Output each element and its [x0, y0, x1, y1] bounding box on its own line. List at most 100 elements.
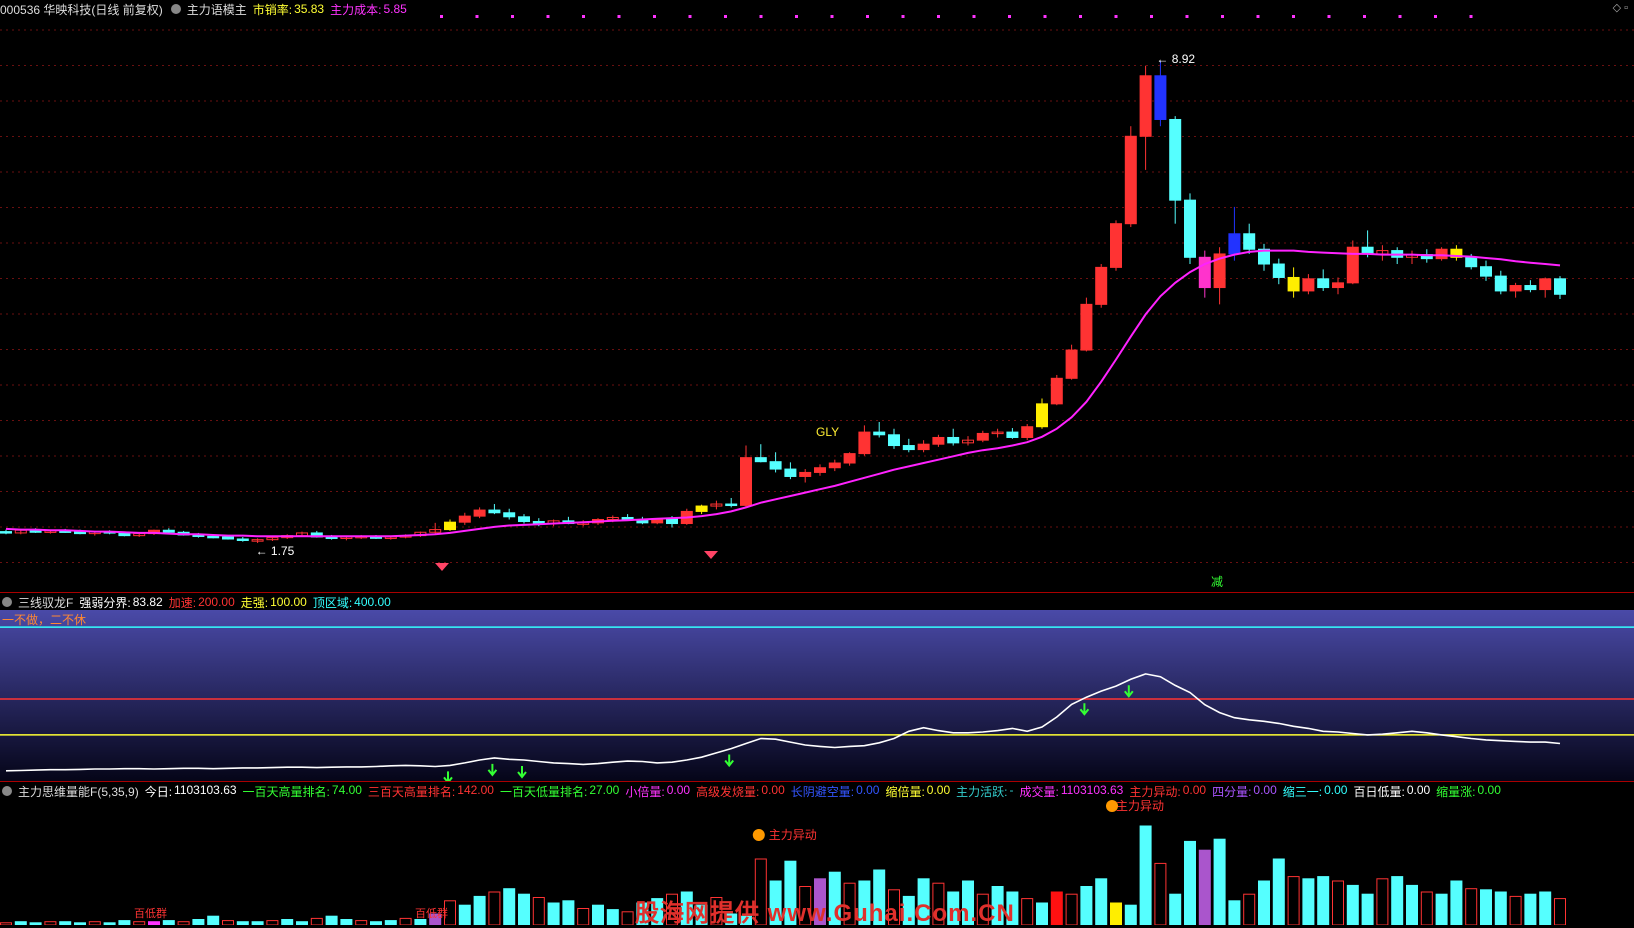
osc-value-3: 400.00 — [354, 595, 391, 609]
candle-body — [725, 503, 738, 507]
vol-value-13: 0.00 — [1406, 782, 1431, 797]
jian-label: 减 — [1211, 575, 1223, 589]
candle-body — [1095, 266, 1108, 305]
candle-body — [458, 515, 471, 523]
volume-bar — [355, 920, 368, 925]
volume-bar — [1154, 862, 1167, 925]
volume-bar — [340, 919, 353, 925]
volume-bar — [1243, 893, 1256, 925]
settings-icon[interactable] — [170, 4, 181, 14]
volume-bar — [1139, 825, 1152, 925]
vol-value-5: 0.00 — [761, 782, 785, 797]
volume-bar — [592, 904, 604, 925]
osc-motto: 一不做，二不休 — [2, 612, 86, 627]
candle-body — [902, 445, 915, 451]
volume-bar — [1302, 878, 1315, 925]
volume-bar — [1450, 880, 1463, 925]
cost-value: 5.85 — [383, 2, 407, 16]
vol-value-9: 1103103.63 — [1060, 782, 1124, 797]
candle-body — [1139, 75, 1152, 137]
settings-icon[interactable] — [2, 597, 12, 607]
volume-bar — [281, 919, 294, 925]
volume-bar — [310, 917, 323, 925]
candle-body — [873, 431, 886, 436]
candle-body — [976, 432, 989, 441]
candle-body — [1080, 303, 1093, 351]
candle-body — [222, 536, 234, 540]
vol-value-10: 0.00 — [1182, 782, 1207, 797]
osc-label-0: 强弱分界: — [79, 595, 131, 610]
candle-body — [1554, 278, 1566, 295]
candle-body — [1287, 276, 1300, 292]
vol-label-7: 缩倍量: — [885, 784, 925, 799]
volume-bar — [1198, 849, 1211, 925]
vol-value-12: 0.00 — [1324, 782, 1348, 797]
vol-label-6: 长阴避空量: — [790, 784, 855, 799]
osc-value-0: 83.82 — [132, 595, 163, 609]
volume-bar — [1435, 893, 1448, 925]
candle-body — [1539, 278, 1552, 291]
candle-body — [0, 531, 12, 534]
osc-value-2: 100.00 — [270, 595, 307, 609]
candle-body — [888, 434, 900, 447]
volume-bar — [1095, 878, 1108, 925]
vol-value-4: 0.00 — [666, 782, 691, 797]
settings-icon[interactable] — [2, 786, 12, 796]
candle-body — [1243, 233, 1256, 250]
oscillator-chart: 一不做，二不休 — [0, 610, 1634, 781]
osc-label-3: 顶区域: — [312, 595, 353, 610]
candle-body — [1154, 75, 1167, 120]
volume-bar — [1110, 902, 1122, 925]
candle-body — [1184, 199, 1196, 258]
candle-body — [1317, 278, 1330, 289]
volume-bar — [1361, 893, 1374, 925]
volume-bar — [1346, 884, 1359, 925]
vol-label-1: 一百天高量排名: — [242, 784, 330, 799]
candle-body — [444, 521, 456, 531]
candle-body — [814, 467, 826, 473]
volume-bar — [399, 917, 412, 925]
volume-bar — [1036, 902, 1048, 925]
vol-value-14: 0.00 — [1477, 782, 1501, 797]
candle-body — [207, 535, 220, 539]
candle-body — [917, 443, 930, 451]
volume-bar — [162, 920, 175, 925]
volume-bar — [1317, 876, 1330, 925]
pe-label: 市销率: — [252, 2, 293, 17]
vol-value-0: 1103103.63 — [174, 782, 237, 797]
candle-body — [1494, 275, 1507, 292]
candle-body — [947, 436, 960, 444]
candle-body — [784, 468, 797, 477]
candle-body — [518, 516, 530, 523]
oscillator-header: 三线驭龙F 强弱分界: 83.82 加速: 200.00 走强: 100.00 … — [0, 592, 1634, 611]
candle-body — [1435, 248, 1448, 260]
vol-low-label: 百低群 — [134, 906, 167, 920]
candle-body — [740, 457, 752, 506]
volume-bar — [1169, 893, 1182, 925]
osc-name[interactable]: 三线驭龙F — [18, 594, 73, 611]
candle-body — [1065, 349, 1078, 379]
vol-value-6: 0.00 — [856, 782, 880, 797]
vol-label-11: 四分量: — [1212, 784, 1252, 799]
volume-bar — [1480, 889, 1492, 925]
indicator-name[interactable]: 主力语模主 — [187, 1, 247, 18]
candle-body — [488, 509, 501, 514]
candle-body — [1524, 285, 1537, 291]
volume-bar — [532, 897, 545, 925]
volume-bar — [1287, 876, 1300, 925]
volume-bar — [562, 900, 575, 925]
cost-label: 主力成本: — [330, 2, 382, 17]
volume-bar — [192, 919, 205, 925]
vol-abnormal-label: 主力异动 — [769, 828, 817, 842]
alert-circle-icon — [752, 829, 765, 841]
volume-bar — [1228, 900, 1241, 925]
oscillator-background — [0, 610, 1634, 781]
volume-bar — [1524, 893, 1537, 925]
candle-body — [843, 453, 856, 464]
vol-name[interactable]: 主力思维量能F(5,35,9) — [18, 783, 139, 800]
osc-label-2: 走强: — [240, 595, 269, 610]
volume-bar — [1406, 884, 1418, 925]
high-label: ← 8.92 — [1156, 52, 1195, 66]
pe-value: 35.83 — [294, 2, 325, 16]
vol-label-0: 今日: — [144, 784, 173, 799]
